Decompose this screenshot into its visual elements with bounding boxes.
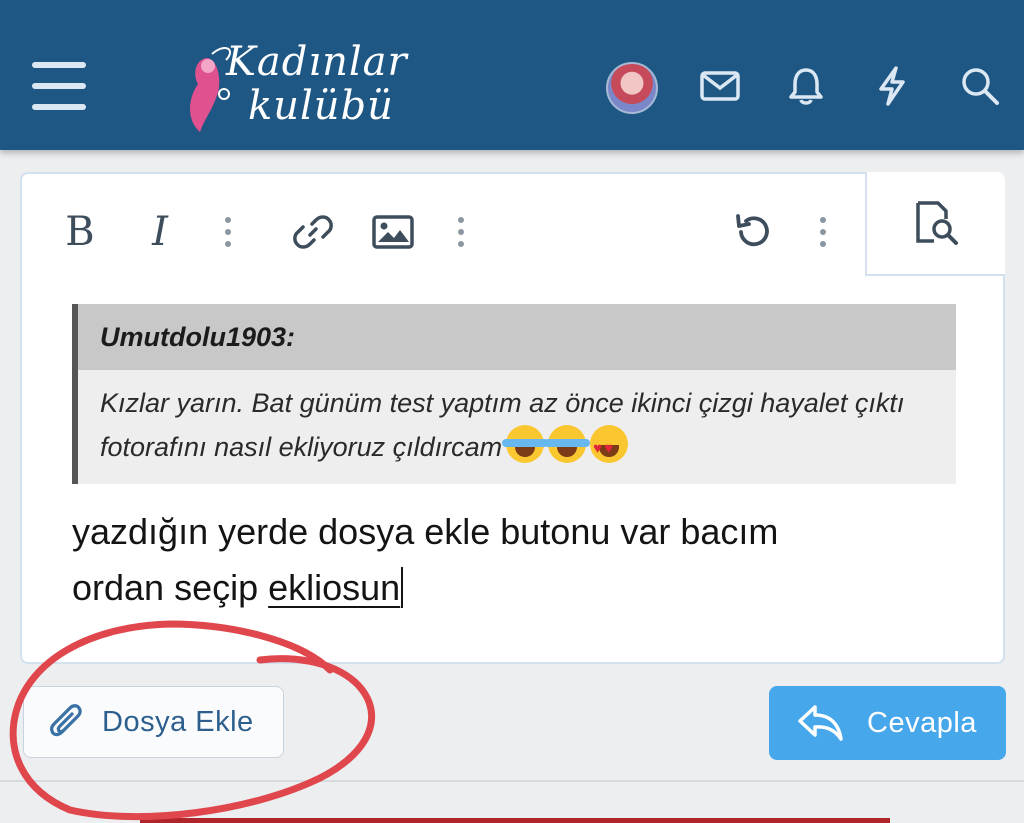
quote-body-text: Kızlar yarın. Bat günüm test yaptım az ö… [100,388,905,462]
reply-label: Cevapla [867,706,977,739]
bold-button[interactable]: B [60,204,100,260]
bell-icon[interactable] [782,60,830,112]
italic-button[interactable]: I [140,204,180,260]
quote-author: Umutdolu1903: [78,304,956,370]
reply-editor[interactable]: B I Umutdolu1903: Kızlar yarın. Bat günü… [20,172,1005,664]
reply-icon [798,705,843,741]
quote-text: Kızlar yarın. Bat günüm test yaptım az ö… [78,370,956,470]
more-options-icon[interactable] [817,204,829,260]
joy-emoji [502,425,549,463]
heart-eyes-emoji [590,425,629,470]
more-options-icon[interactable] [455,204,467,260]
site-logo[interactable]: Kadınlar kulübü [178,40,428,136]
logo-line-1: Kadınlar [226,39,408,85]
attach-file-button[interactable]: Dosya Ekle [23,686,284,758]
joy-emoji [544,425,591,463]
preview-toggle[interactable] [865,172,1005,276]
paperclip-icon [49,704,82,737]
undo-icon[interactable] [730,204,776,260]
user-avatar[interactable] [606,62,658,114]
envelope-icon[interactable] [696,60,744,112]
misspelled-word: ekliosun [268,567,404,608]
attach-file-label: Dosya Ekle [102,705,254,738]
reply-button[interactable]: Cevapla [769,686,1006,760]
search-icon[interactable] [956,60,1004,112]
preview-icon [916,201,958,245]
bottom-accent-bar [140,818,890,823]
message-text[interactable]: yazdığın yerde dosya ekle butonu var bac… [72,504,952,616]
site-header: Kadınlar kulübü [0,0,1024,150]
logo-text: Kadınlar kulübü [226,40,408,128]
link-icon[interactable] [290,204,336,260]
message-line-2: ordan seçip ekliosun [72,560,952,616]
quote-block: Umutdolu1903: Kızlar yarın. Bat günüm te… [72,304,956,484]
logo-line-2: kulübü [248,83,394,129]
editor-toolbar: B I [22,172,1005,278]
menu-icon[interactable] [32,62,86,110]
more-options-icon[interactable] [222,204,234,260]
divider [0,780,1024,782]
lightning-icon[interactable] [868,60,916,112]
message-line-1: yazdığın yerde dosya ekle butonu var bac… [72,511,779,552]
message-line-2-prefix: ordan seçip [72,567,269,608]
image-icon[interactable] [370,204,416,260]
